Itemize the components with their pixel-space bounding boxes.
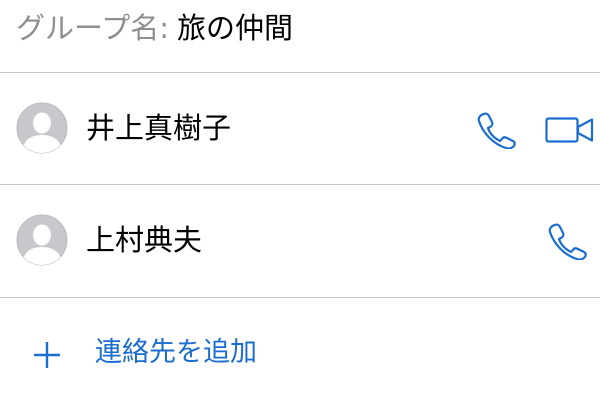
contact-row[interactable]: 上村典夫 — [0, 185, 600, 295]
group-name-row: グループ名: 旅の仲間 — [16, 10, 293, 46]
add-contact-label: 連絡先を追加 — [95, 337, 257, 368]
group-detail-screen: グループ名: 旅の仲間 井上真樹子 上村典夫 連絡先を追加 — [0, 0, 600, 400]
group-name-value[interactable]: 旅の仲間 — [177, 11, 293, 45]
phone-icon[interactable] — [475, 111, 517, 149]
contact-name: 井上真樹子 — [86, 111, 232, 145]
contact-row[interactable]: 井上真樹子 — [0, 73, 600, 183]
group-name-label: グループ名: — [16, 11, 170, 45]
avatar-placeholder-icon — [16, 214, 68, 266]
add-contact-button[interactable]: 連絡先を追加 — [0, 298, 600, 400]
contact-name: 上村典夫 — [86, 223, 203, 257]
avatar-placeholder-icon — [16, 102, 68, 154]
phone-icon[interactable] — [546, 222, 588, 260]
group-header: グループ名: 旅の仲間 — [0, 0, 600, 72]
video-camera-icon[interactable] — [545, 117, 595, 143]
plus-icon — [34, 342, 60, 368]
